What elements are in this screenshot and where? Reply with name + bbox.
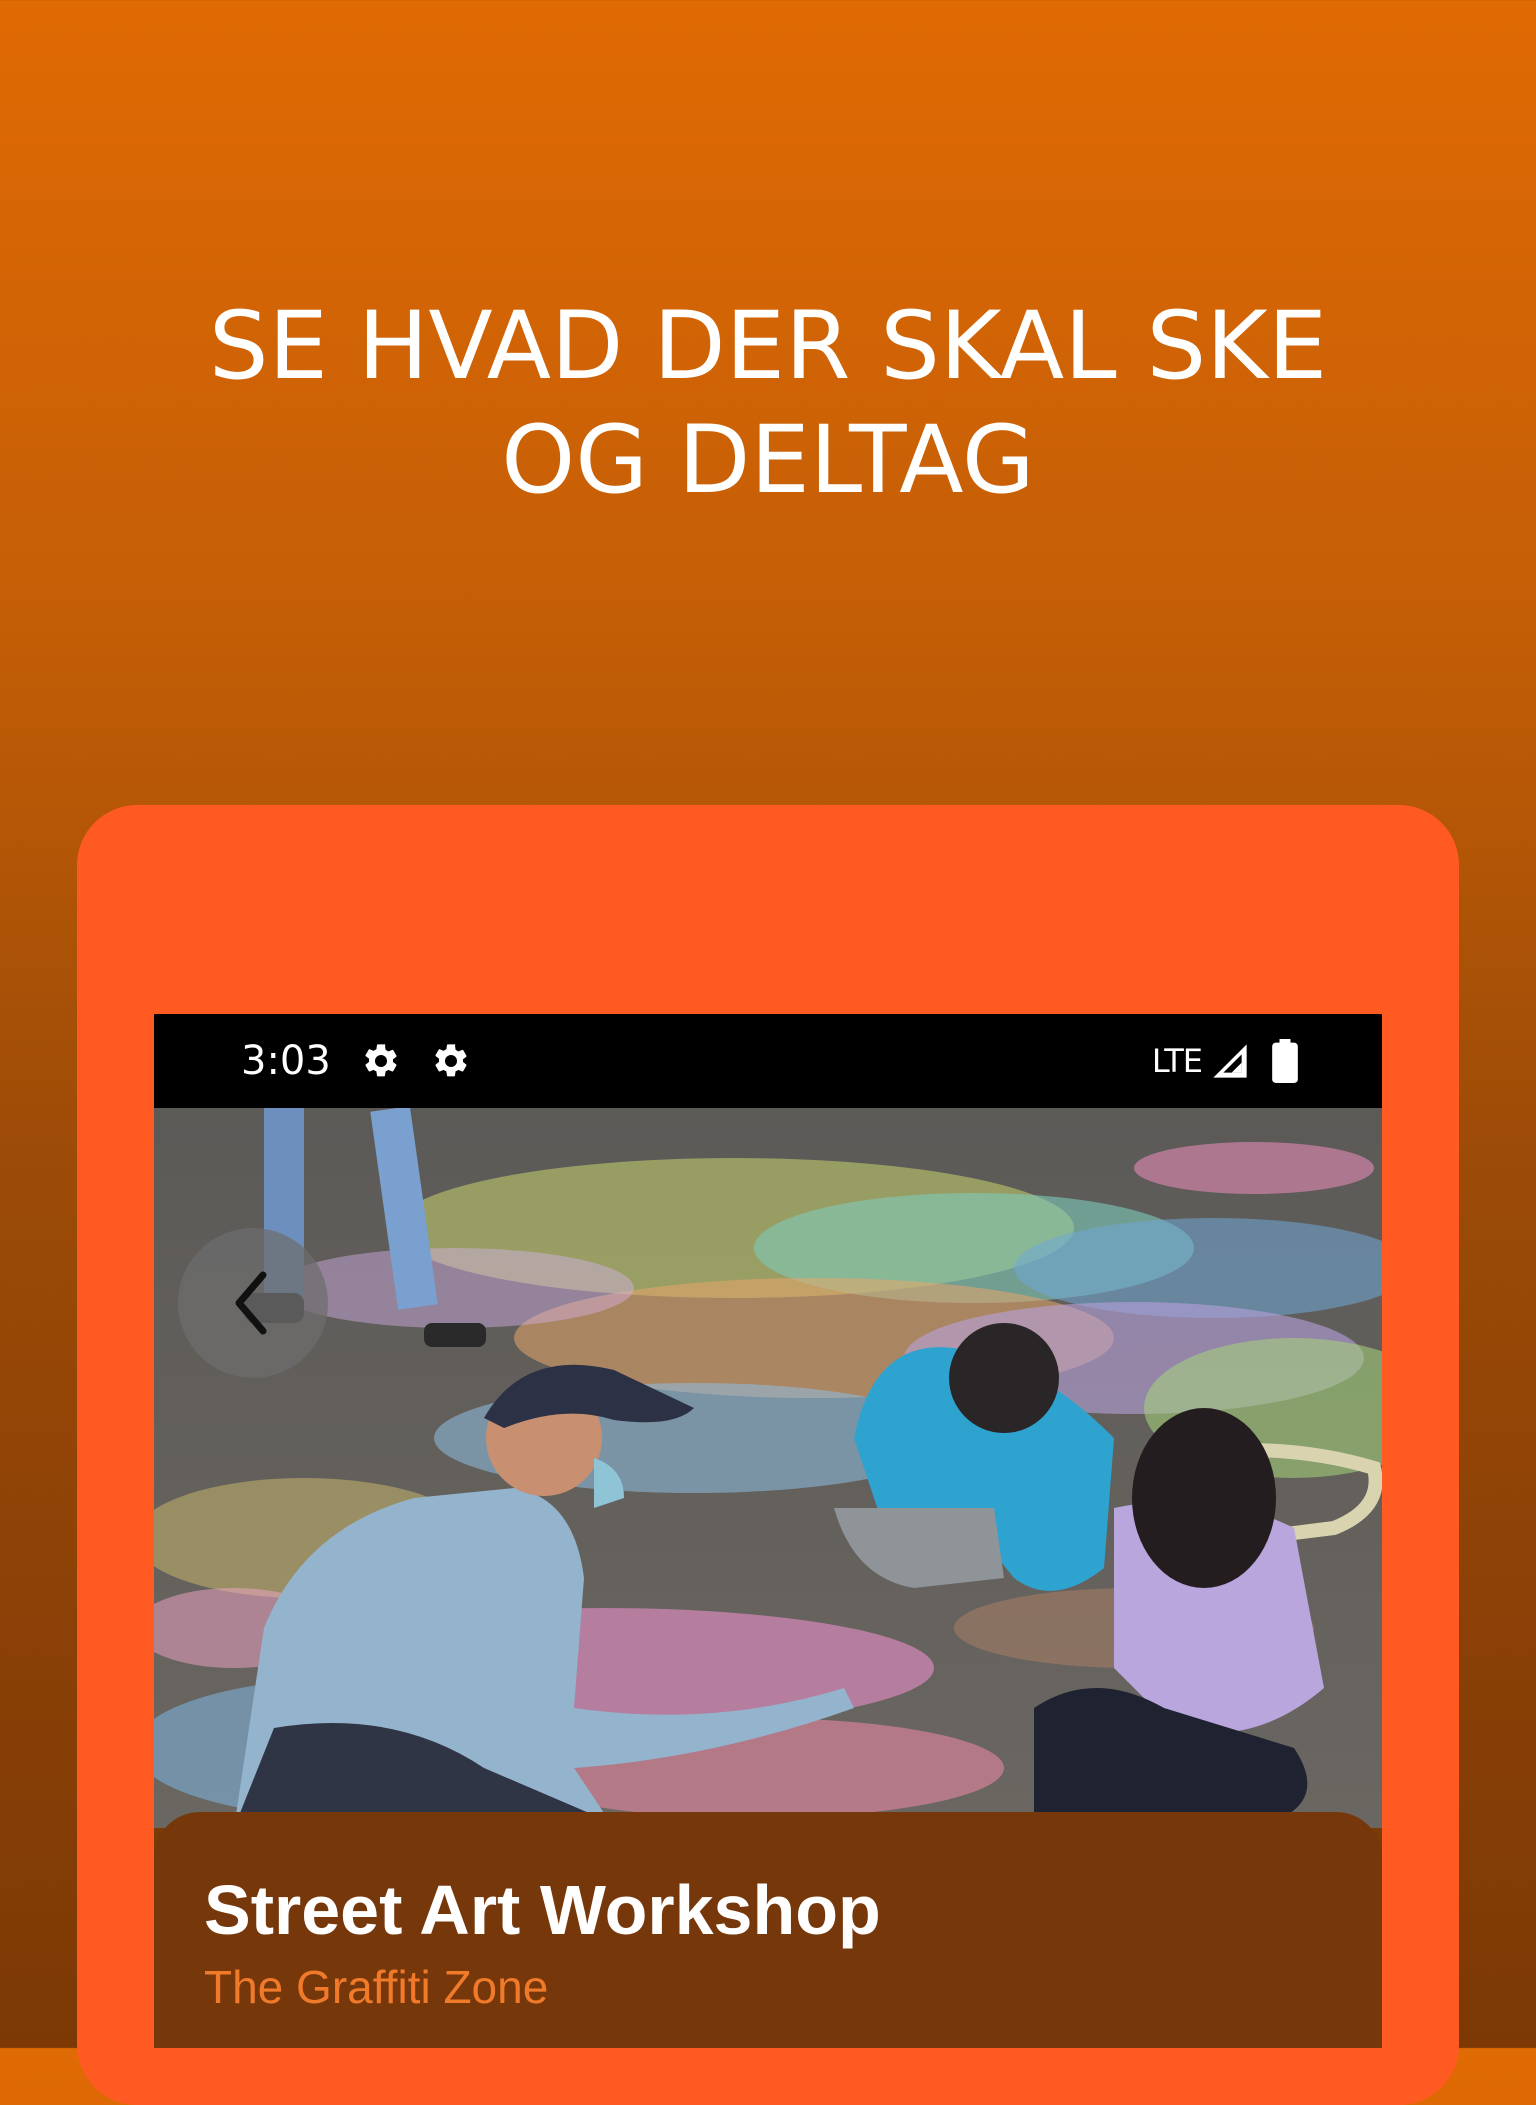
status-time: 3:03 (241, 1038, 331, 1084)
battery-icon (1272, 1039, 1298, 1083)
chevron-left-icon (235, 1271, 267, 1335)
status-indicators: LTE (1152, 1038, 1302, 1084)
app-screen: 3:03 LTE Street Art Workshop The Graffit… (154, 1014, 1382, 2048)
back-button[interactable] (178, 1228, 328, 1378)
promo-headline: SE HVAD DER SKAL SKE OG DELTAG (0, 290, 1536, 518)
status-bar: 3:03 LTE (154, 1014, 1382, 1108)
event-venue: The Graffiti Zone (204, 1961, 549, 2013)
event-title: Street Art Workshop (204, 1871, 881, 1949)
settings-icon (365, 1044, 397, 1077)
network-type: LTE (1151, 1042, 1203, 1080)
settings-icon (435, 1044, 467, 1077)
headline-line-2: OG DELTAG (501, 406, 1035, 515)
event-photo-image (154, 1108, 1382, 1828)
event-photo (154, 1108, 1382, 1828)
cell-signal-icon (1213, 1044, 1247, 1078)
event-info-panel[interactable]: Street Art Workshop The Graffiti Zone (154, 1812, 1382, 2048)
headline-line-1: SE HVAD DER SKAL SKE (208, 292, 1328, 401)
